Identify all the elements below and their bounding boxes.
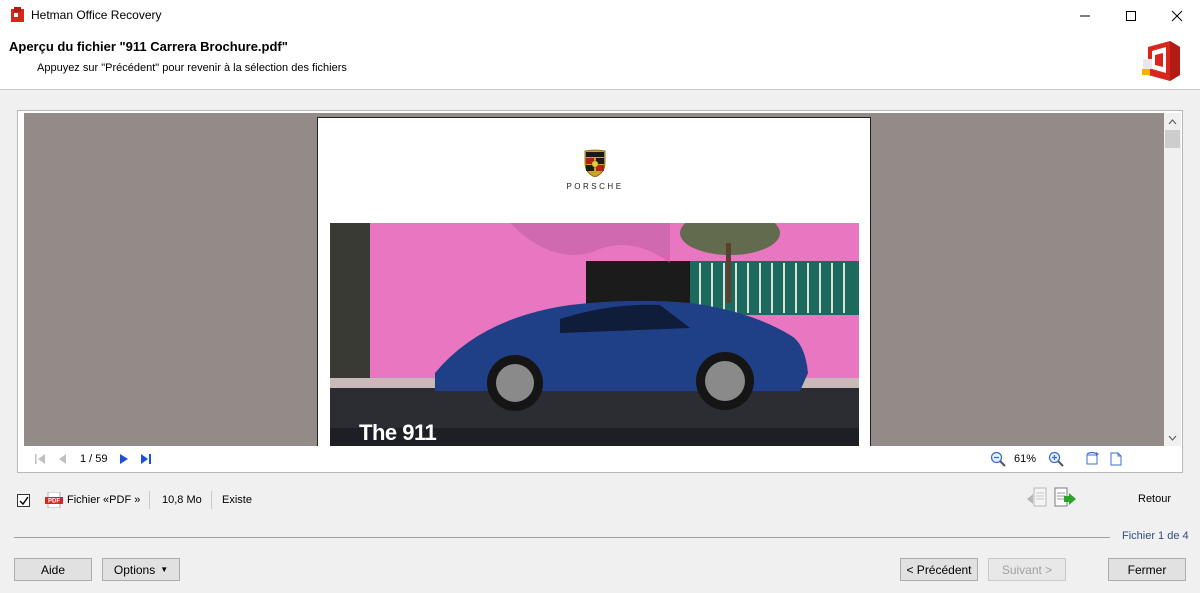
pdf-page: PORSCHE The 911	[317, 117, 871, 446]
file-status: Existe	[222, 494, 252, 506]
first-page-icon	[35, 454, 45, 464]
close-button[interactable]	[1154, 0, 1200, 31]
vertical-scrollbar[interactable]	[1164, 113, 1181, 446]
hetman-office-logo-icon	[1142, 41, 1180, 81]
caret-down-icon: ▼	[160, 565, 169, 574]
photo-caption: The 911	[359, 420, 437, 445]
document-canvas[interactable]: PORSCHE The 911	[24, 113, 1164, 446]
zoom-in-icon	[1048, 451, 1064, 467]
fit-page-icon	[1110, 452, 1122, 466]
close-icon	[1171, 10, 1183, 21]
page-title: Aperçu du fichier "911 Carrera Brochure.…	[9, 39, 288, 54]
minimize-button[interactable]	[1062, 0, 1108, 31]
svg-text:PDF: PDF	[48, 499, 60, 505]
file-info-row: PDF Fichier «PDF » 10,8 Mo Existe Retour	[0, 486, 1200, 514]
minimize-icon	[1080, 15, 1090, 16]
wizard-header: Aperçu du fichier "911 Carrera Brochure.…	[0, 31, 1200, 90]
divider	[14, 537, 1110, 538]
rotate-icon	[1086, 451, 1099, 465]
scroll-thumb[interactable]	[1165, 130, 1180, 148]
zoom-out-icon	[990, 451, 1006, 467]
previous-page-button[interactable]	[54, 451, 70, 467]
rotate-button[interactable]	[1084, 451, 1100, 467]
first-page-button[interactable]	[32, 451, 48, 467]
last-page-button[interactable]	[138, 451, 154, 467]
page-counter: 1 / 59	[80, 453, 108, 465]
app-title: Hetman Office Recovery	[31, 8, 162, 22]
close-dialog-button[interactable]: Fermer	[1108, 558, 1186, 581]
preview-panel: PORSCHE The 911 1 / 59 61%	[17, 110, 1183, 473]
retour-link[interactable]: Retour	[1138, 493, 1171, 505]
next-file-icon[interactable]	[1053, 486, 1077, 510]
maximize-button[interactable]	[1108, 0, 1154, 31]
car-photo	[330, 223, 859, 446]
title-bar: Hetman Office Recovery	[0, 0, 1200, 31]
chevron-down-icon	[1168, 435, 1177, 441]
porsche-crest-icon	[584, 149, 606, 177]
next-button[interactable]: Suivant >	[988, 558, 1066, 581]
file-size: 10,8 Mo	[162, 494, 202, 506]
scroll-up-arrow[interactable]	[1164, 113, 1181, 130]
options-button[interactable]: Options ▼	[102, 558, 180, 581]
previous-page-icon	[59, 454, 66, 464]
options-button-label: Options	[113, 562, 156, 577]
zoom-out-button[interactable]	[990, 451, 1006, 467]
scroll-down-arrow[interactable]	[1164, 429, 1181, 446]
separator	[149, 491, 150, 509]
file-type-label: Fichier «PDF »	[67, 494, 141, 506]
next-page-button[interactable]	[116, 451, 132, 467]
maximize-icon	[1126, 10, 1136, 21]
zoom-in-button[interactable]	[1048, 451, 1064, 467]
help-button[interactable]: Aide	[14, 558, 92, 581]
page-subtitle: Appuyez sur "Précédent" pour revenir à l…	[37, 62, 347, 74]
last-page-icon	[141, 454, 151, 464]
next-page-icon	[120, 454, 128, 464]
separator	[211, 491, 212, 509]
viewer-toolbar: 1 / 59 61%	[24, 447, 1181, 472]
chevron-up-icon	[1168, 118, 1177, 124]
checkmark-icon	[19, 496, 29, 505]
previous-file-icon[interactable]	[1026, 486, 1050, 510]
previous-button[interactable]: < Précédent	[900, 558, 978, 581]
zoom-level: 61%	[1014, 453, 1037, 465]
pdf-file-icon: PDF	[45, 492, 63, 508]
file-counter: Fichier 1 de 4	[1122, 530, 1189, 542]
file-checkbox[interactable]	[17, 494, 30, 507]
porsche-wordmark: PORSCHE	[566, 182, 624, 191]
fit-page-button[interactable]	[1108, 451, 1124, 467]
app-icon	[11, 7, 24, 22]
